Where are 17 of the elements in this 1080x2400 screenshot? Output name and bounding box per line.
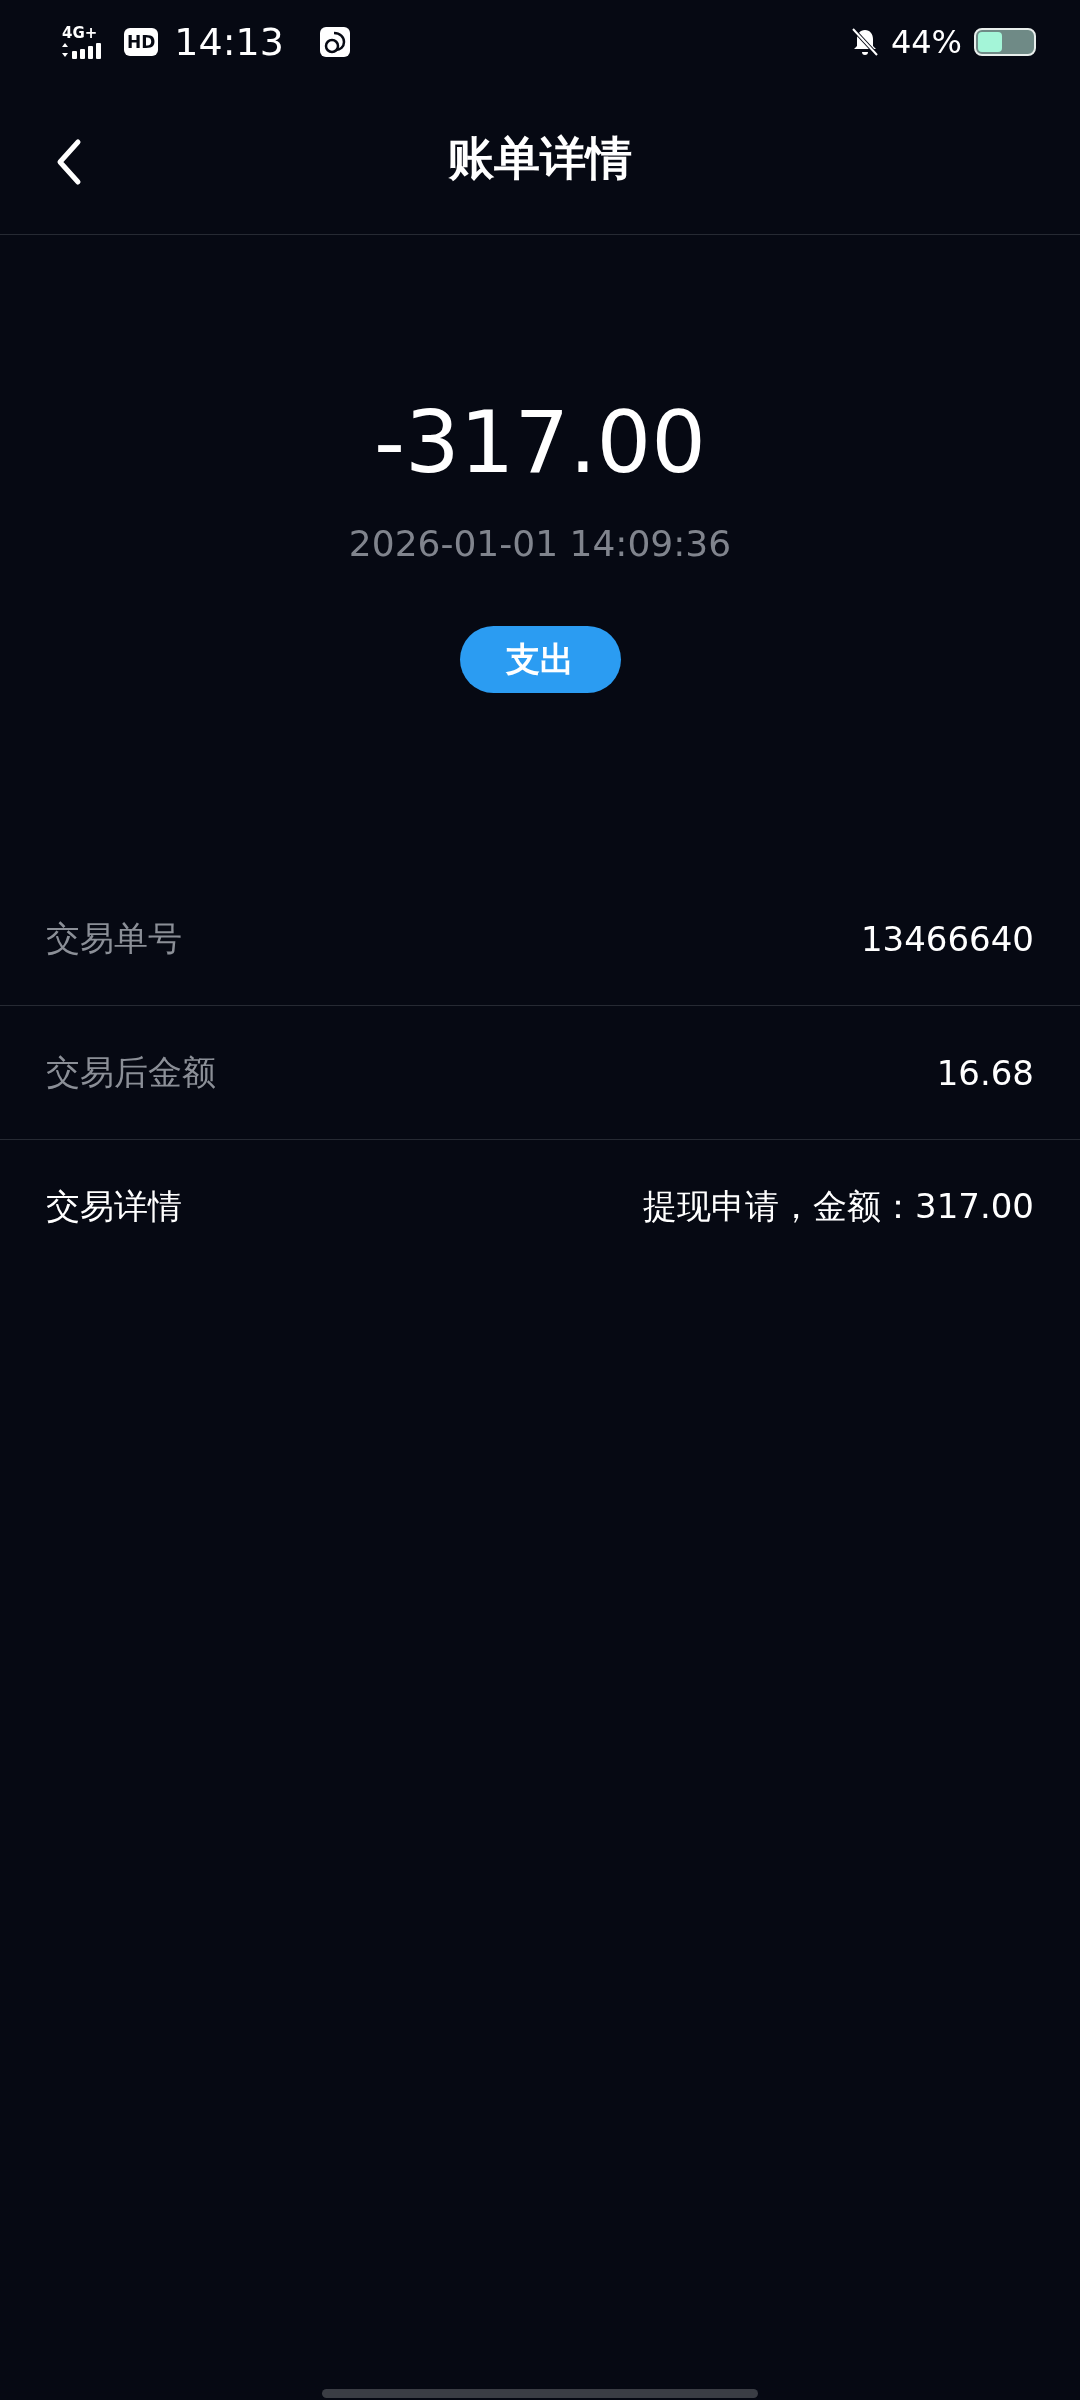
battery-percentage: 44%: [890, 23, 962, 61]
type-badge: 支出: [459, 626, 621, 693]
amount: -317.00: [374, 392, 706, 492]
network-type: 4G+: [62, 25, 98, 41]
detail-label: 交易后金额: [46, 1050, 216, 1094]
bell-muted-icon: [850, 27, 879, 57]
hd-badge: HD: [124, 28, 159, 56]
battery-icon: [974, 28, 1036, 56]
clock: 14:13: [174, 20, 284, 64]
detail-value: 16.68: [936, 1052, 1034, 1093]
transaction-time: 2026-01-01 14:09:36: [348, 522, 732, 566]
detail-value: 13466640: [860, 918, 1034, 959]
detail-label: 交易详情: [46, 1184, 182, 1228]
detail-value: 提现申请，金额：317.00: [643, 1184, 1034, 1228]
detail-label: 交易单号: [46, 916, 182, 960]
page-title: 账单详情: [448, 130, 632, 187]
app-notification-icon: [319, 27, 350, 57]
